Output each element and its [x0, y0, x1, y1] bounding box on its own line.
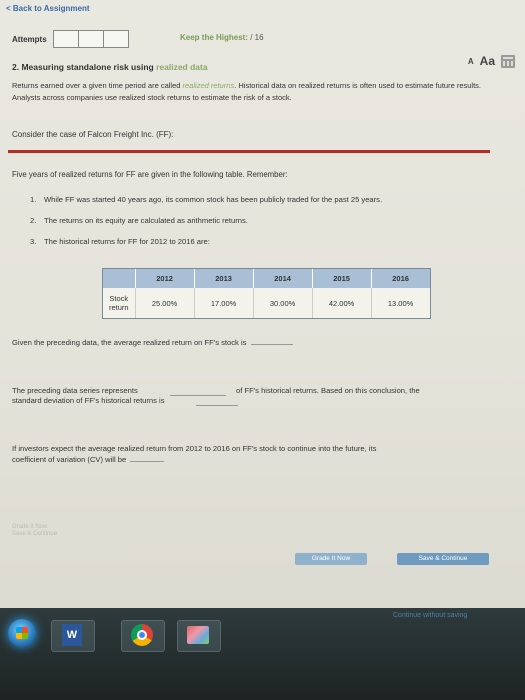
keep-highest-value: / 16 [248, 33, 264, 42]
attempt-box [102, 30, 129, 48]
cv-dropdown[interactable] [130, 461, 165, 462]
text-size-decrease-button[interactable]: A [468, 57, 474, 66]
std-dev-text: standard deviation of FF's historical re… [12, 396, 165, 405]
return-value: 13.00% [370, 288, 430, 318]
year-header: 2012 [134, 269, 195, 288]
text-tools: A Aa [468, 54, 515, 68]
list-item: 1. While FF was started 40 years ago, it… [30, 194, 470, 205]
cv-text-2: coefficient of variation (CV) will be [12, 455, 127, 464]
question-title-text: 2. Measuring standalone risk using [12, 62, 157, 72]
table-row: Stock return 25.00% 17.00% 30.00% 42.00%… [103, 288, 430, 318]
windows-logo-icon [16, 627, 28, 639]
section-divider [8, 150, 490, 153]
row-label: Stock return [103, 288, 136, 318]
faded-line: Grade It Now [12, 524, 48, 530]
attempt-box [77, 30, 104, 48]
remember-list: 1. While FF was started 40 years ago, it… [30, 194, 470, 257]
series-text-2: of FF's historical returns. Based on thi… [236, 386, 420, 395]
average-return-text: Given the preceding data, the average re… [12, 338, 247, 347]
list-item: 3. The historical returns for FF for 201… [30, 236, 470, 247]
list-text: The historical returns for FF for 2012 t… [44, 237, 210, 246]
cv-prompt-line-1: If investors expect the average realized… [12, 444, 376, 453]
cv-text-1: If investors expect the average realized… [12, 444, 377, 453]
year-header: 2015 [311, 269, 372, 288]
assignment-page: < Back to Assignment Attempts Keep the H… [0, 0, 525, 608]
back-to-assignment-link[interactable]: < Back to Assignment [6, 4, 90, 13]
list-number: 2. [30, 216, 37, 225]
list-number: 1. [30, 195, 37, 204]
average-return-dropdown[interactable] [250, 344, 293, 345]
series-prompt-line-1: The preceding data series represents [12, 386, 138, 395]
std-dev-prompt: standard deviation of FF's historical re… [12, 396, 165, 405]
save-and-continue-button[interactable]: Save & Continue [397, 553, 489, 565]
continue-without-saving-link[interactable]: Continue without saving [393, 612, 467, 619]
given-text: Five years of realized returns for FF ar… [12, 170, 288, 179]
chrome-icon [131, 624, 153, 646]
series-text-1: The preceding data series represents [12, 386, 138, 395]
return-value: 30.00% [252, 288, 313, 318]
question-title-accent: realized data [156, 62, 208, 72]
series-type-dropdown[interactable] [170, 395, 226, 396]
word-icon: W [62, 624, 82, 646]
text-size-increase-button[interactable]: Aa [480, 54, 495, 68]
case-heading: Consider the case of Falcon Freight Inc.… [12, 130, 174, 139]
list-text: While FF was started 40 years ago, its c… [44, 195, 383, 204]
year-header: 2016 [370, 269, 430, 288]
keep-highest-label: Keep the Highest: [180, 33, 249, 42]
list-number: 3. [30, 237, 37, 246]
attempt-boxes [52, 30, 129, 48]
std-dev-dropdown[interactable] [196, 405, 238, 406]
cv-prompt-line-2: coefficient of variation (CV) will be [12, 455, 165, 464]
return-value: 42.00% [311, 288, 372, 318]
table-header-row: 2012 2013 2014 2015 2016 [103, 269, 430, 288]
faded-line: Save & Continue [12, 531, 58, 537]
grade-it-now-button[interactable]: Grade It Now [295, 553, 367, 565]
list-item: 2. The returns on its equity are calcula… [30, 215, 470, 226]
spacer [103, 269, 136, 288]
question-title: 2. Measuring standalone risk using reali… [12, 62, 208, 72]
year-header: 2014 [252, 269, 313, 288]
attempt-box [52, 30, 79, 48]
attempts-row: Attempts [12, 30, 129, 48]
return-value: 17.00% [193, 288, 254, 318]
list-text: The returns on its equity are calculated… [44, 216, 248, 225]
faded-footer-text: Grade It Now Save & Continue [12, 524, 57, 538]
calculator-icon[interactable] [501, 54, 515, 68]
photos-icon [187, 626, 209, 644]
attempts-label: Attempts [12, 34, 47, 44]
return-value: 25.00% [134, 288, 195, 318]
average-return-prompt: Given the preceding data, the average re… [12, 338, 293, 347]
intro-text-1: Returns earned over a given time period … [12, 81, 183, 90]
intro-term: realized returns [182, 81, 235, 90]
keep-highest-score: Keep the Highest: / 16 [180, 33, 264, 42]
question-intro: Returns earned over a given time period … [12, 80, 502, 104]
series-prompt-line-2: of FF's historical returns. Based on thi… [236, 386, 420, 395]
year-header: 2013 [193, 269, 254, 288]
returns-table: 2012 2013 2014 2015 2016 Stock return 25… [102, 268, 431, 319]
